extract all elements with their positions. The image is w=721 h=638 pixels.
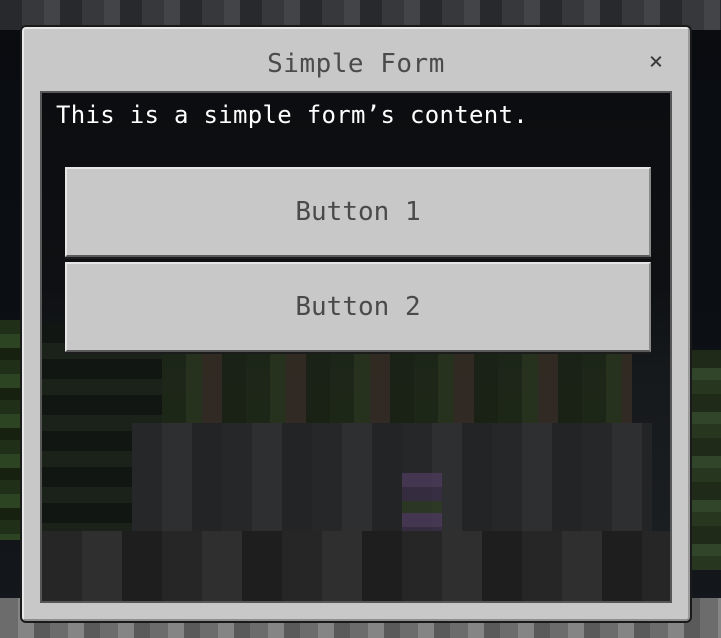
form-content-text: This is a simple form’s content. (56, 101, 528, 129)
button-1[interactable]: Button 1 (65, 167, 651, 257)
form-content-panel: This is a simple form’s content. Button … (40, 91, 672, 603)
button-2-label: Button 2 (295, 292, 421, 322)
button-1-label: Button 1 (295, 197, 421, 227)
stone-blocks (42, 531, 670, 601)
form-title: Simple Form (267, 49, 445, 79)
form-title-bar: Simple Form × (24, 29, 688, 91)
close-icon[interactable]: × (644, 49, 668, 73)
button-2[interactable]: Button 2 (65, 262, 651, 352)
simple-form-window: Simple Form × This is a simple form’s co… (22, 27, 690, 621)
stone-ceiling (0, 0, 721, 30)
stone-path (132, 423, 652, 543)
